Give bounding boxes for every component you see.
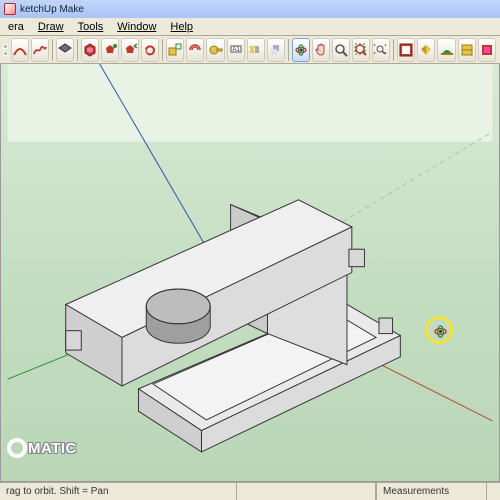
rectangle-tool[interactable] <box>56 38 74 62</box>
follow-me-tool[interactable] <box>121 38 139 62</box>
freehand-tool[interactable] <box>31 38 49 62</box>
toolbar-separator <box>162 39 163 61</box>
zoom-tool[interactable] <box>332 38 350 62</box>
measurements-value[interactable] <box>486 483 500 500</box>
measurements-label: Measurements <box>376 483 486 500</box>
status-blank-cell <box>236 483 376 500</box>
rotate-tool[interactable] <box>141 38 159 62</box>
arc-tool[interactable] <box>11 38 29 62</box>
status-bar: rag to orbit. Shift = Pan Measurements <box>0 482 500 500</box>
orbit-tool[interactable] <box>292 38 310 62</box>
pan-tool[interactable] <box>312 38 330 62</box>
toolbar-separator <box>288 39 289 61</box>
app-icon <box>4 3 16 15</box>
app-title: ketchUp Make <box>20 4 84 15</box>
toolbar-separator <box>393 39 394 61</box>
scale-tool[interactable] <box>166 38 184 62</box>
viewport[interactable]: MATIC <box>0 64 500 482</box>
title-bar: ketchUp Make <box>0 0 500 18</box>
tape-measure-tool[interactable] <box>206 38 224 62</box>
toolbar-separator <box>77 39 78 61</box>
dimension-tool[interactable]: A1 <box>227 38 245 62</box>
zoom-window-tool[interactable] <box>372 38 390 62</box>
toolbar-separator <box>52 39 53 61</box>
orbit-cursor-icon <box>433 324 448 339</box>
menu-bar: era Draw Tools Window Help <box>0 18 500 36</box>
toolbar: A1 <box>0 36 500 64</box>
svg-text:A1: A1 <box>232 47 240 53</box>
menu-draw[interactable]: Draw <box>32 20 70 34</box>
styles-tool[interactable] <box>478 38 496 62</box>
toolbar-grip[interactable] <box>3 39 8 61</box>
look-around-tool[interactable] <box>417 38 435 62</box>
scene-canvas[interactable] <box>1 64 499 481</box>
status-hint: rag to orbit. Shift = Pan <box>0 483 115 500</box>
offset-tool[interactable] <box>186 38 204 62</box>
menu-window[interactable]: Window <box>111 20 162 34</box>
position-camera-tool[interactable] <box>397 38 415 62</box>
menu-tools[interactable]: Tools <box>72 20 110 34</box>
polygon-tool[interactable] <box>101 38 119 62</box>
walk-tool[interactable] <box>437 38 455 62</box>
menu-help[interactable]: Help <box>164 20 199 34</box>
axes-tool[interactable] <box>267 38 285 62</box>
circle-tool[interactable] <box>81 38 99 62</box>
zoom-extents-tool[interactable] <box>352 38 370 62</box>
text-tool[interactable] <box>247 38 265 62</box>
menu-camera[interactable]: era <box>2 20 30 34</box>
section-plane-tool[interactable] <box>458 38 476 62</box>
